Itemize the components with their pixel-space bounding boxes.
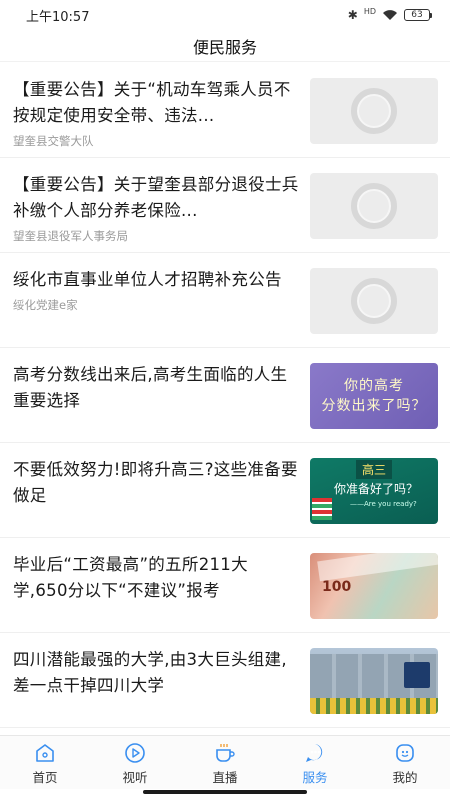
news-title: 【重要公告】关于“机动车驾乘人员不按规定使用安全带、违法... — [13, 80, 291, 125]
news-item[interactable]: 【重要公告】关于望奎县部分退役士兵 补缴个人部分养老保险... 望奎县退役军人事… — [0, 158, 450, 253]
news-thumbnail-loading — [310, 173, 438, 239]
nav-bar: 便民服务 — [0, 30, 450, 62]
news-thumbnail-loading — [310, 78, 438, 144]
news-item[interactable]: 毕业后“工资最高”的五所211大学,650分以下“不建议”报考 100 — [0, 538, 450, 633]
page-title: 便民服务 — [192, 37, 257, 57]
news-source: 望奎县交警大队 — [13, 134, 94, 148]
news-item[interactable]: 高考分数线出来后,高考生面临的人生重要选择 你的高考 分数出来了吗？ — [0, 348, 450, 443]
tab-service[interactable]: 服务 — [270, 736, 360, 789]
news-thumbnail — [310, 648, 438, 714]
news-feed[interactable]: 【重要公告】关于“机动车驾乘人员不按规定使用安全带、违法... 望奎县交警大队 … — [0, 63, 450, 735]
battery-level: 63 — [411, 10, 423, 20]
news-source: 望奎县退役军人事务局 — [13, 229, 128, 243]
news-text: 四川潜能最强的大学,由3大巨头组建,差一点干掉四川大学 — [13, 647, 310, 699]
news-text: 不要低效努力!即将升高三?这些准备要做足 — [13, 457, 310, 509]
plaque-image — [404, 662, 430, 688]
service-icon — [304, 742, 326, 764]
status-icons: ✱ HD 63 — [347, 7, 432, 22]
news-thumbnail: 你的高考 分数出来了吗？ — [310, 363, 438, 429]
tab-home[interactable]: 首页 — [0, 736, 90, 789]
battery-icon: 63 — [404, 9, 432, 21]
tab-label: 我的 — [392, 770, 418, 785]
thumbnail-text: 你准备好了吗？ — [334, 482, 419, 496]
thumbnail-text: 你的高考 — [344, 378, 404, 394]
thumbnail-text: ——Are you ready? — [350, 500, 417, 508]
news-title: 绥化市直事业单位人才招聘补充公告 — [13, 270, 282, 289]
loading-ring-icon — [351, 88, 397, 134]
news-title: 【重要公告】关于望奎县部分退役士兵 补缴个人部分养老保险... — [13, 175, 299, 220]
tab-label: 视听 — [122, 770, 148, 785]
profile-icon — [394, 742, 416, 764]
tab-label: 直播 — [212, 770, 238, 785]
thumbnail-text: 高三 — [356, 460, 393, 479]
news-source: 绥化党建e家 — [13, 298, 78, 312]
tab-video[interactable]: 视听 — [90, 736, 180, 789]
news-thumbnail: 高三 你准备好了吗？ ——Are you ready? — [310, 458, 438, 524]
news-text: 【重要公告】关于“机动车驾乘人员不按规定使用安全带、违法... 望奎县交警大队 — [13, 77, 310, 149]
news-text: 绥化市直事业单位人才招聘补充公告 绥化党建e家 — [13, 267, 310, 313]
loading-ring-icon — [351, 278, 397, 324]
books-image — [312, 498, 332, 520]
tab-profile[interactable]: 我的 — [360, 736, 450, 789]
flowers-image — [310, 698, 438, 714]
news-thumbnail-loading — [310, 268, 438, 334]
news-text: 高考分数线出来后,高考生面临的人生重要选择 — [13, 362, 310, 414]
play-icon — [124, 742, 146, 764]
wifi-icon — [382, 9, 398, 21]
status-time: 上午10:57 — [26, 9, 90, 25]
home-icon — [34, 742, 56, 764]
news-text: 【重要公告】关于望奎县部分退役士兵 补缴个人部分养老保险... 望奎县退役军人事… — [13, 172, 310, 244]
network-type-label: HD — [363, 7, 376, 16]
tab-label: 服务 — [302, 770, 328, 785]
news-title: 高考分数线出来后,高考生面临的人生重要选择 — [13, 365, 288, 410]
live-cup-icon — [213, 742, 237, 764]
news-title: 毕业后“工资最高”的五所211大学,650分以下“不建议”报考 — [13, 555, 248, 600]
tab-label: 首页 — [32, 770, 58, 785]
loading-ring-icon — [351, 183, 397, 229]
status-bar: 上午10:57 ✱ HD 63 — [0, 0, 450, 30]
news-thumbnail: 100 — [310, 553, 438, 619]
home-indicator[interactable] — [143, 790, 307, 794]
bluetooth-icon: ✱ — [347, 8, 358, 22]
news-text: 毕业后“工资最高”的五所211大学,650分以下“不建议”报考 — [13, 552, 310, 604]
news-item[interactable]: 四川潜能最强的大学,由3大巨头组建,差一点干掉四川大学 — [0, 633, 450, 728]
bottom-tab-bar: 首页 视听 直播 服务 我的 — [0, 735, 450, 789]
measuring-tape-image — [317, 553, 438, 582]
thumbnail-text: 100 — [322, 579, 352, 595]
tab-live[interactable]: 直播 — [180, 736, 270, 789]
news-item[interactable]: 不要低效努力!即将升高三?这些准备要做足 高三 你准备好了吗？ ——Are yo… — [0, 443, 450, 538]
news-title: 不要低效努力!即将升高三?这些准备要做足 — [13, 460, 298, 505]
news-title: 四川潜能最强的大学,由3大巨头组建,差一点干掉四川大学 — [13, 650, 287, 695]
news-item[interactable]: 绥化市直事业单位人才招聘补充公告 绥化党建e家 — [0, 253, 450, 348]
thumbnail-text: 分数出来了吗？ — [321, 398, 427, 414]
news-item[interactable]: 【重要公告】关于“机动车驾乘人员不按规定使用安全带、违法... 望奎县交警大队 — [0, 63, 450, 158]
